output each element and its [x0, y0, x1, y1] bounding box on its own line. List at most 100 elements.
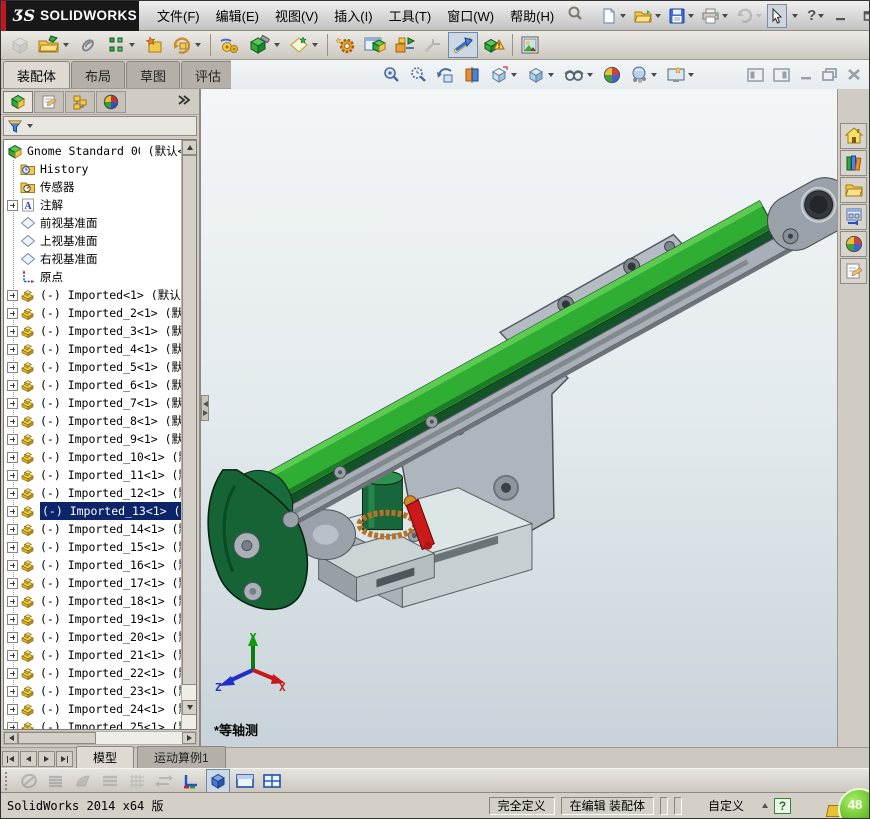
- shaded-with-edges-button[interactable]: [206, 768, 230, 793]
- exploded-line-sketch-button[interactable]: [420, 32, 448, 58]
- notification-badge[interactable]: 48: [838, 788, 869, 818]
- tree-item-component[interactable]: (-) Imported_4<1> (默认: [4, 340, 181, 358]
- tree-item-component[interactable]: (-) Imported_8<1> (默认: [4, 412, 181, 430]
- tree-item-component[interactable]: (-) Imported_10<1> (默认: [4, 448, 181, 466]
- expand-icon[interactable]: [7, 595, 18, 607]
- expand-icon[interactable]: [7, 613, 18, 625]
- expand-icon[interactable]: [7, 325, 18, 337]
- command-tab[interactable]: 评估: [181, 61, 236, 88]
- new-motion-study-button[interactable]: [332, 32, 360, 58]
- tree-item-component[interactable]: (-) Imported_2<1> (默认: [4, 304, 181, 322]
- tree-item-top-plane[interactable]: 上视基准面: [4, 232, 181, 250]
- menu-item[interactable]: 帮助(H): [502, 1, 562, 30]
- tree-item-component[interactable]: (-) Imported_15<1> (默认: [4, 538, 181, 556]
- expand-icon[interactable]: [7, 361, 18, 373]
- scroll-up-button[interactable]: [182, 140, 196, 155]
- doc-close-button[interactable]: [847, 68, 861, 81]
- toolbar-grip[interactable]: [5, 771, 10, 790]
- tab-first-button[interactable]: [2, 751, 19, 767]
- print-button[interactable]: [699, 4, 732, 28]
- view-settings-button[interactable]: [664, 63, 698, 87]
- tab-next-button[interactable]: [38, 751, 55, 767]
- smart-fasteners-button[interactable]: [140, 32, 168, 58]
- command-tab[interactable]: 布局: [71, 61, 126, 88]
- edit-appearance-button[interactable]: [600, 63, 624, 87]
- conveyor-assembly-model[interactable]: [201, 89, 837, 747]
- tree-item-component[interactable]: (-) Imported_12<1> (默认: [4, 484, 181, 502]
- menu-item[interactable]: 插入(I): [326, 1, 380, 30]
- tree-item-front-plane[interactable]: 前视基准面: [4, 214, 181, 232]
- view-orientation-button[interactable]: [487, 63, 521, 87]
- menu-item[interactable]: 视图(V): [267, 1, 326, 30]
- exchange-tool-button[interactable]: [152, 770, 176, 792]
- minimize-button[interactable]: [830, 7, 852, 25]
- tree-item-right-plane[interactable]: 右视基准面: [4, 250, 181, 268]
- instant3d-button[interactable]: [448, 32, 478, 58]
- appearances-scenes-button[interactable]: [840, 231, 867, 257]
- draft-tool-button[interactable]: [71, 770, 95, 792]
- status-help-button[interactable]: ?: [774, 797, 791, 814]
- command-tab[interactable]: 装配体: [3, 61, 71, 88]
- expand-icon[interactable]: [7, 415, 18, 427]
- tree-item-component[interactable]: (-) Imported_11<1> (默认: [4, 466, 181, 484]
- search-icon[interactable]: [566, 4, 584, 27]
- exploded-view-button[interactable]: [390, 32, 420, 58]
- menu-item[interactable]: 编辑(E): [208, 1, 267, 30]
- expand-icon[interactable]: [7, 469, 18, 481]
- custom-status-dropdown[interactable]: 自定义: [708, 797, 768, 814]
- show-hidden-components-button[interactable]: [360, 32, 390, 58]
- tree-vertical-scrollbar[interactable]: [181, 140, 196, 729]
- tab-prev-button[interactable]: [20, 751, 37, 767]
- doc-restore-button[interactable]: [822, 67, 838, 82]
- tree-root[interactable]: Gnome Standard 000 (默认<: [4, 142, 181, 160]
- reference-geometry-button[interactable]: [285, 32, 323, 58]
- file-explorer-button[interactable]: [840, 177, 867, 203]
- tree-item-component[interactable]: (-) Imported_19<1> (默认: [4, 610, 181, 628]
- expand-icon[interactable]: [7, 505, 18, 517]
- expand-icon[interactable]: [7, 685, 18, 697]
- sketch-tool-button[interactable]: [17, 770, 41, 792]
- tree-filter[interactable]: [3, 116, 197, 136]
- view-palette-button[interactable]: [840, 204, 867, 230]
- expand-icon[interactable]: [7, 559, 18, 571]
- apply-scene-button[interactable]: [627, 63, 661, 87]
- undo-button[interactable]: [733, 4, 766, 28]
- tree-item-component[interactable]: (-) Imported_22<1> (默认: [4, 664, 181, 682]
- scroll-right-button[interactable]: [182, 732, 196, 744]
- tree-item-component[interactable]: (-) Imported<1> (默认<<: [4, 286, 181, 304]
- tree-item-annotations[interactable]: A 注解: [4, 196, 181, 214]
- assembly-features-button[interactable]: [245, 32, 285, 58]
- tab-last-button[interactable]: [56, 751, 73, 767]
- expand-icon[interactable]: [7, 451, 18, 463]
- tree-item-component[interactable]: (-) Imported_16<1> (默认: [4, 556, 181, 574]
- menu-item[interactable]: 工具(T): [381, 1, 440, 30]
- lines-tool-button[interactable]: [98, 770, 122, 792]
- tree-item-component[interactable]: (-) Imported_13<1> (默: [4, 502, 181, 520]
- single-viewport-button[interactable]: [233, 770, 257, 792]
- expand-icon[interactable]: [7, 523, 18, 535]
- tree-item-component[interactable]: (-) Imported_14<1> (默认: [4, 520, 181, 538]
- menu-item[interactable]: 窗口(W): [439, 1, 502, 30]
- doc-tab[interactable]: 运动算例1: [137, 746, 226, 768]
- displaymanager-tab[interactable]: [96, 90, 126, 113]
- save-button[interactable]: [666, 4, 698, 28]
- expand-icon[interactable]: [7, 343, 18, 355]
- expand-icon[interactable]: [7, 721, 18, 729]
- restore-button[interactable]: [858, 7, 869, 25]
- menu-item[interactable]: 文件(F): [149, 1, 208, 30]
- previous-view-button[interactable]: [433, 63, 457, 87]
- configurationmanager-tab[interactable]: [65, 90, 95, 113]
- reference-triad-button[interactable]: [179, 770, 203, 792]
- featuremanager-tab[interactable]: [3, 90, 33, 113]
- insert-component-button[interactable]: [6, 32, 34, 58]
- take-snapshot-button[interactable]: [517, 33, 543, 57]
- assembly-xpert-button[interactable]: [478, 32, 508, 58]
- tree-item-component[interactable]: (-) Imported_24<1> (默认: [4, 700, 181, 718]
- scroll-down-button[interactable]: [182, 700, 196, 715]
- tree-horizontal-scrollbar[interactable]: [3, 731, 197, 745]
- tree-item-component[interactable]: (-) Imported_5<1> (默认: [4, 358, 181, 376]
- expand-icon[interactable]: [7, 487, 18, 499]
- expand-icon[interactable]: [7, 307, 18, 319]
- expand-icon[interactable]: [7, 379, 18, 391]
- tree-item-origin[interactable]: 原点: [4, 268, 181, 286]
